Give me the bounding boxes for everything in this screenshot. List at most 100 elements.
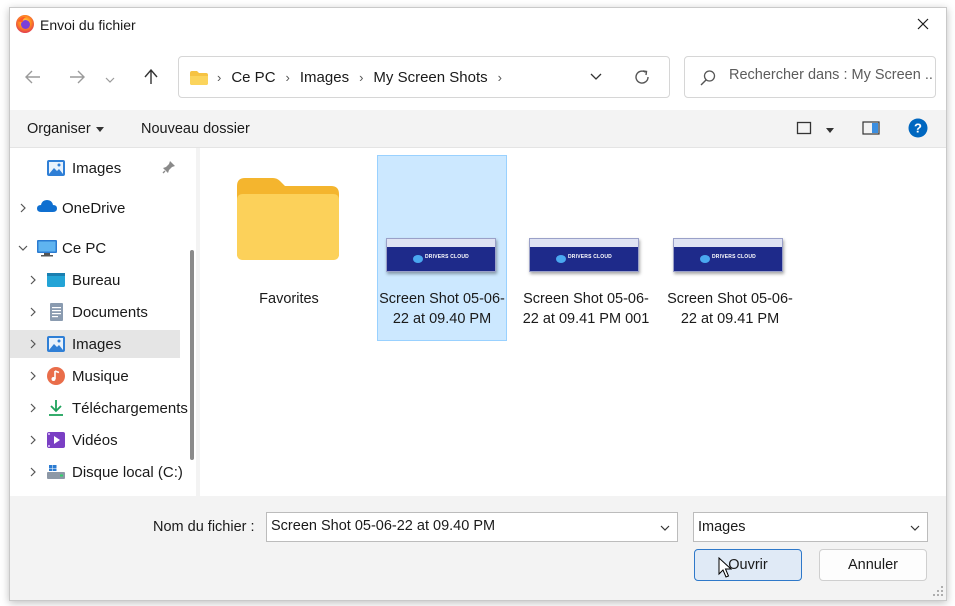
organize-menu-button[interactable]: Organiser	[27, 121, 104, 137]
back-button[interactable]	[18, 64, 48, 92]
images-icon	[46, 334, 66, 354]
sidebar-item-this-pc[interactable]: Ce PC	[10, 234, 180, 262]
sidebar-item-documents[interactable]: Documents	[10, 298, 180, 326]
drive-icon	[46, 462, 66, 482]
sidebar-item-label: Disque local (C:)	[72, 463, 183, 481]
chevron-right-icon[interactable]: ›	[359, 70, 363, 85]
image-thumbnail: DRIVERS CLOUD	[386, 238, 496, 272]
preview-pane-button[interactable]	[862, 120, 880, 140]
search-input[interactable]	[729, 67, 934, 83]
onedrive-icon	[36, 198, 57, 218]
chevron-down-icon	[105, 70, 115, 86]
sidebar-item-label: Images	[72, 335, 122, 353]
chevron-right-icon[interactable]	[28, 435, 38, 445]
chevron-right-icon[interactable]	[28, 339, 38, 349]
sidebar-item-label: Bureau	[72, 271, 121, 289]
music-icon	[46, 366, 66, 386]
file-name-input[interactable]	[271, 518, 651, 534]
firefox-icon	[15, 14, 35, 34]
arrow-left-icon	[25, 70, 41, 87]
forward-button[interactable]	[62, 64, 92, 92]
file-type-value: Images	[698, 519, 746, 535]
chevron-down-icon[interactable]	[659, 521, 671, 537]
sidebar-item-downloads[interactable]: Téléchargements	[10, 394, 188, 422]
image-thumbnail: DRIVERS CLOUD	[673, 238, 783, 272]
address-history-dropdown[interactable]	[589, 69, 603, 86]
sidebar-item-label: Téléchargements	[72, 399, 188, 417]
file-name-combobox[interactable]	[266, 512, 678, 542]
up-button[interactable]	[136, 64, 166, 92]
breadcrumb-item[interactable]: My Screen Shots	[373, 69, 487, 86]
chevron-right-icon[interactable]	[18, 203, 28, 213]
file-name-label: Nom du fichier :	[153, 519, 255, 535]
breadcrumb-item[interactable]: Ce PC	[231, 69, 275, 86]
computer-icon	[36, 238, 57, 258]
downloads-icon	[46, 398, 66, 418]
close-icon	[917, 17, 929, 33]
sidebar-item-label: Documents	[72, 303, 148, 321]
image-file-item[interactable]: DRIVERS CLOUD Screen Shot 05-06-22 at 09…	[377, 155, 507, 341]
mouse-pointer-icon	[718, 556, 733, 582]
help-button[interactable]: ?	[908, 118, 928, 142]
desktop-icon	[46, 270, 66, 290]
title-bar: Envoi du fichier	[10, 8, 946, 42]
image-file-item[interactable]: DRIVERS CLOUD Screen Shot 05-06-22 at 09…	[665, 156, 795, 342]
folder-item[interactable]: Favorites	[224, 156, 354, 342]
documents-icon	[46, 302, 66, 322]
chevron-right-icon[interactable]: ›	[286, 70, 290, 85]
images-icon	[46, 158, 66, 178]
sidebar-item-images-quick-access[interactable]: Images	[10, 154, 180, 182]
cancel-button[interactable]: Annuler	[819, 549, 927, 581]
new-folder-label: Nouveau dossier	[141, 121, 250, 137]
dialog-footer: Nom du fichier : Images Ouvrir Annuler	[10, 496, 946, 600]
svg-text:?: ?	[914, 121, 922, 136]
sidebar-item-label: Ce PC	[62, 239, 107, 257]
caret-down-icon	[95, 126, 104, 132]
address-bar[interactable]: › Ce PC › Images › My Screen Shots ›	[178, 56, 670, 98]
chevron-right-icon[interactable]	[28, 371, 38, 381]
close-button[interactable]	[900, 8, 946, 42]
videos-icon	[46, 430, 66, 450]
pin-icon	[162, 160, 176, 178]
sidebar-item-label: Images	[72, 159, 122, 177]
chevron-down-icon[interactable]	[18, 243, 28, 253]
file-upload-dialog: Envoi du fichier › Ce PC › Images › My S…	[9, 7, 947, 601]
help-icon: ?	[908, 118, 928, 142]
view-options-button[interactable]	[796, 120, 834, 140]
arrow-right-icon	[69, 70, 85, 87]
file-name: Favorites	[259, 291, 319, 307]
file-name: Screen Shot 05-06-22 at 09.40 PM	[379, 291, 505, 327]
sidebar-item-music[interactable]: Musique	[10, 362, 180, 390]
breadcrumb-item[interactable]: Images	[300, 69, 349, 86]
sidebar-item-images[interactable]: Images	[10, 330, 180, 358]
chevron-right-icon[interactable]	[28, 307, 38, 317]
chevron-right-icon[interactable]	[28, 403, 38, 413]
chevron-right-icon[interactable]	[28, 275, 38, 285]
view-icon	[796, 120, 812, 140]
folder-icon	[189, 70, 209, 89]
sidebar-scrollbar-thumb[interactable]	[190, 250, 194, 460]
chevron-right-icon[interactable]: ›	[498, 70, 502, 85]
refresh-icon[interactable]	[633, 68, 651, 89]
sidebar-item-label: Vidéos	[72, 431, 118, 449]
file-name: Screen Shot 05-06-22 at 09.41 PM	[667, 291, 793, 327]
open-button[interactable]: Ouvrir	[694, 549, 802, 581]
sidebar-item-local-disk[interactable]: Disque local (C:)	[10, 458, 183, 486]
caret-down-icon	[826, 127, 834, 133]
image-file-item[interactable]: DRIVERS CLOUD Screen Shot 05-06-22 at 09…	[521, 156, 651, 342]
resize-grip-icon[interactable]	[932, 584, 944, 600]
chevron-right-icon[interactable]	[28, 467, 38, 477]
sidebar-item-label: OneDrive	[62, 199, 126, 217]
folder-icon	[235, 176, 341, 265]
arrow-up-icon	[144, 68, 158, 88]
sidebar-item-onedrive[interactable]: OneDrive	[10, 194, 180, 222]
recent-locations-button[interactable]	[100, 64, 120, 92]
sidebar-item-videos[interactable]: Vidéos	[10, 426, 180, 454]
search-icon	[699, 69, 717, 90]
sidebar-item-desktop[interactable]: Bureau	[10, 266, 180, 294]
chevron-down-icon	[909, 521, 921, 537]
new-folder-button[interactable]: Nouveau dossier	[141, 121, 250, 137]
search-box[interactable]	[684, 56, 936, 98]
file-type-select[interactable]: Images	[693, 512, 928, 542]
window-title: Envoi du fichier	[40, 17, 136, 33]
